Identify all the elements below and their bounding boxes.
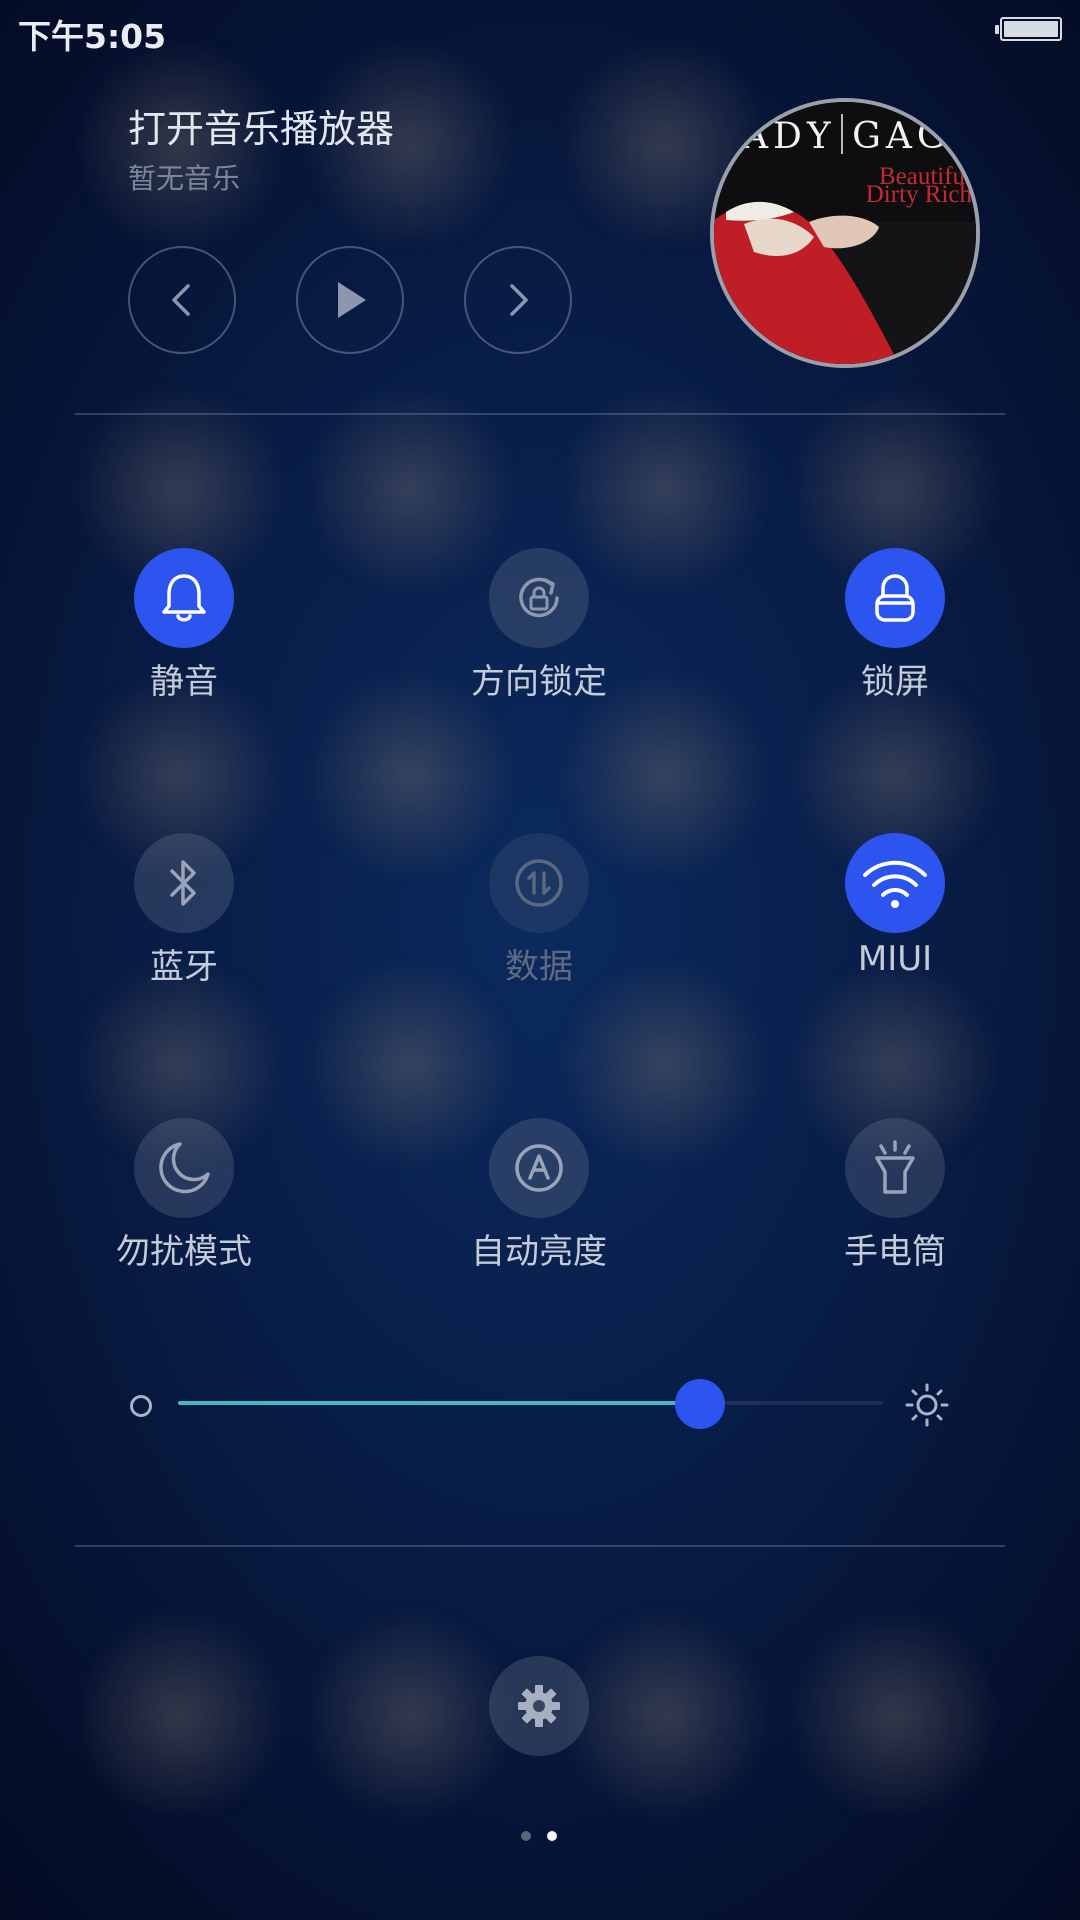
- toggle-wifi-circle[interactable]: [845, 833, 945, 933]
- music-title[interactable]: 打开音乐播放器: [128, 98, 394, 153]
- next-track-button[interactable]: [464, 246, 572, 354]
- rotation-lock-icon: [519, 577, 559, 618]
- toggle-bluetooth-label: 蓝牙: [150, 947, 218, 987]
- toggle-mute-label: 静音: [150, 662, 218, 702]
- mobile-data-icon: [515, 859, 563, 907]
- auto-brightness-icon: [515, 1144, 563, 1192]
- bluetooth-icon: [170, 860, 196, 906]
- toggle-mobile-data-circle[interactable]: [489, 833, 589, 933]
- toggle-lock-screen[interactable]: 锁屏: [795, 548, 995, 703]
- toggle-mute-circle[interactable]: [134, 548, 234, 648]
- status-time: 下午5:05: [18, 17, 167, 56]
- toggle-lock-screen-label: 锁屏: [861, 662, 929, 702]
- toggle-bluetooth[interactable]: 蓝牙: [84, 833, 284, 988]
- brightness-slider-thumb[interactable]: [674, 1379, 725, 1429]
- toggle-auto-brightness-label: 自动亮度: [471, 1232, 607, 1272]
- toggle-auto-brightness[interactable]: 自动亮度: [439, 1118, 639, 1273]
- album-title: Beautiful Dirty Rich: [865, 163, 972, 208]
- toggle-rotation-lock-circle[interactable]: [489, 548, 589, 648]
- toggle-rotation-lock-label: 方向锁定: [471, 662, 607, 702]
- gear-icon: [518, 1685, 560, 1727]
- chevron-left-icon: [172, 284, 190, 316]
- brightness-high-icon: [905, 1383, 949, 1427]
- toggle-flashlight-circle[interactable]: [845, 1118, 945, 1218]
- toggle-do-not-disturb-circle[interactable]: [134, 1118, 234, 1218]
- toggle-do-not-disturb-label: 勿扰模式: [116, 1232, 252, 1272]
- toggle-lock-screen-circle[interactable]: [845, 548, 945, 648]
- brightness-low-icon: [130, 1395, 152, 1417]
- divider: [75, 413, 1005, 415]
- toggle-flashlight[interactable]: 手电筒: [795, 1118, 995, 1273]
- toggle-wifi[interactable]: MIUI: [795, 833, 995, 979]
- toggle-bluetooth-circle[interactable]: [134, 833, 234, 933]
- flashlight-icon: [875, 1140, 915, 1194]
- toggle-flashlight-label: 手电筒: [844, 1232, 946, 1272]
- brightness-slider-track[interactable]: [178, 1401, 883, 1405]
- album-artist: ADY GAG: [742, 116, 951, 157]
- play-button[interactable]: [296, 246, 404, 354]
- bokeh-blob: [560, 1610, 770, 1820]
- bokeh-blob: [305, 1610, 515, 1820]
- toggle-mobile-data-label: 数据: [505, 947, 573, 987]
- brightness-slider-fill: [178, 1401, 700, 1405]
- toggle-rotation-lock[interactable]: 方向锁定: [439, 548, 639, 703]
- toggle-auto-brightness-circle[interactable]: [489, 1118, 589, 1218]
- battery-full-icon: [995, 17, 1062, 41]
- play-icon: [338, 282, 366, 318]
- wifi-icon: [863, 860, 927, 908]
- music-subtitle: 暂无音乐: [128, 162, 241, 195]
- toggle-do-not-disturb[interactable]: 勿扰模式: [84, 1118, 284, 1273]
- chevron-right-icon: [510, 284, 528, 316]
- album-art[interactable]: ADY GAG Beautiful Dirty Rich: [710, 98, 980, 368]
- page-indicator-dot: [547, 1831, 557, 1841]
- toggle-wifi-label: MIUI: [857, 939, 933, 979]
- divider: [75, 1545, 1005, 1547]
- notification-shade: 下午5:05 打开音乐播放器 暂无音乐 ADY GAG Beautiful Di: [0, 0, 1080, 1920]
- bell-icon: [162, 574, 206, 622]
- bokeh-blob: [790, 1610, 1000, 1820]
- settings-button[interactable]: [489, 1656, 589, 1756]
- lock-icon: [875, 574, 915, 622]
- moon-icon: [159, 1142, 210, 1194]
- toggle-mute[interactable]: 静音: [84, 548, 284, 703]
- bokeh-blob: [75, 1610, 285, 1820]
- toggle-mobile-data[interactable]: 数据: [439, 833, 639, 988]
- page-indicator-dot: [521, 1831, 531, 1841]
- previous-track-button[interactable]: [128, 246, 236, 354]
